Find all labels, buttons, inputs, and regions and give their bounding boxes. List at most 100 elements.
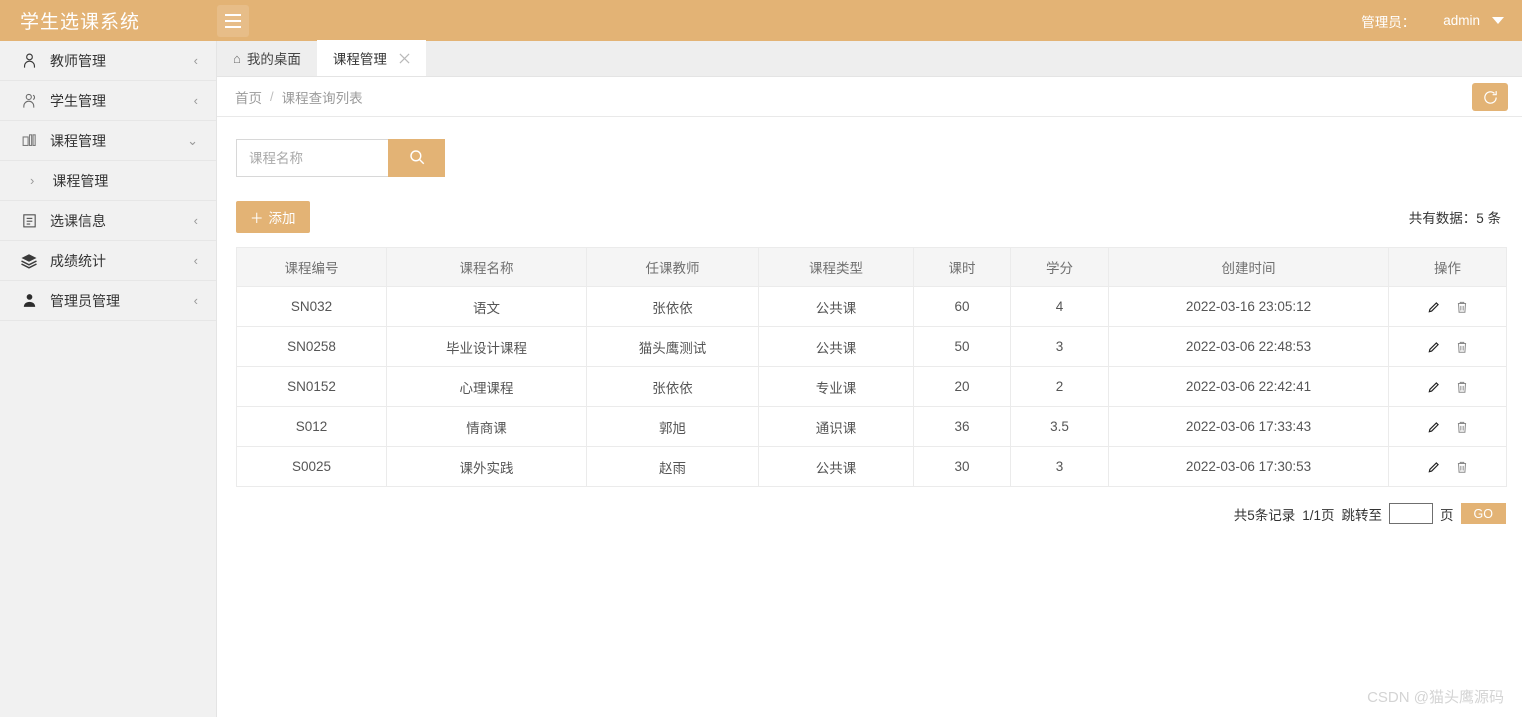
table-row[interactable]: S012 情商课 郭旭 通识课 36 3.5 2022-03-06 17:33:… [236,406,1507,447]
watermark: CSDN @猫头鹰源码 [1367,689,1504,706]
cell-name: 毕业设计课程 [386,326,587,367]
search-input[interactable] [236,139,388,177]
pagination-jump-label: 跳转至 [1341,507,1383,523]
cell-teacher: 猫头鹰测试 [586,326,759,367]
table-row[interactable]: SN0152 心理课程 张依依 专业课 20 2 2022-03-06 22:4… [236,366,1507,407]
pencil-icon[interactable] [1427,380,1441,394]
column-header-type: 课程类型 [758,247,914,287]
chevron-down-icon: ⌄ [187,132,198,148]
search-button[interactable] [388,139,445,177]
cell-code: S012 [236,406,387,447]
cell-credit: 2 [1010,366,1109,407]
cell-actions [1388,446,1507,487]
chevron-down-icon[interactable] [1492,17,1504,24]
cell-name: 语文 [386,286,587,327]
tab-label: 我的桌面 [246,52,301,67]
trash-icon[interactable] [1455,300,1469,314]
pagination-page-unit: 页 [1440,507,1454,523]
breadcrumb-item-current: 课程查询列表 [281,90,363,106]
books-icon [18,132,40,149]
cell-type: 公共课 [758,446,914,487]
table-body: SN032 语文 张依依 公共课 60 4 2022-03-16 23:05:1… [236,286,1507,487]
sidebar-item-label: 课程管理 [50,132,106,149]
sidebar: 教师管理 ‹ 学生管理 ‹ 课程管理 ⌄ › 课程管理 选课信息 ‹ 成绩统计 … [0,41,217,717]
cell-teacher: 张依依 [586,366,759,407]
cell-type: 公共课 [758,326,914,367]
pencil-icon[interactable] [1427,300,1441,314]
add-button[interactable]: ＋ 添加 [236,201,310,233]
sidebar-item-score[interactable]: 成绩统计 ‹ [0,241,216,281]
trash-icon[interactable] [1455,460,1469,474]
chevron-left-icon: ‹ [193,253,198,268]
column-header-name: 课程名称 [386,247,587,287]
cell-teacher: 郭旭 [586,406,759,447]
toolbar: ＋ 添加 共有数据：5 条 [236,201,1506,233]
sidebar-item-admin[interactable]: 管理员管理 ‹ [0,281,216,321]
pagination-jump-input[interactable] [1389,503,1434,524]
refresh-icon[interactable] [1472,83,1508,111]
breadcrumb-separator: / [270,89,274,104]
tab-bar: ⌂ 我的桌面 课程管理 [217,40,1522,77]
cell-teacher: 赵雨 [586,446,759,487]
cell-hours: 50 [913,326,1011,367]
cell-hours: 60 [913,286,1011,327]
trash-icon[interactable] [1455,340,1469,354]
breadcrumb-item-home[interactable]: 首页 [235,87,262,107]
pagination-record-count: 共5条记录 [1233,507,1296,523]
chevron-left-icon: ‹ [193,293,198,308]
table-header-row: 课程编号 课程名称 任课教师 课程类型 课时 学分 创建时间 操作 [236,247,1507,287]
sidebar-item-label: 管理员管理 [50,292,120,309]
add-button-label: 添加 [268,211,296,226]
search-bar [236,139,1506,177]
sidebar-subitem-course-manage[interactable]: › 课程管理 [0,161,216,201]
column-header-code: 课程编号 [236,247,387,287]
table-row[interactable]: SN0258 毕业设计课程 猫头鹰测试 公共课 50 3 2022-03-06 … [236,326,1507,367]
cell-name: 情商课 [386,406,587,447]
page-content: ＋ 添加 共有数据：5 条 课程编号 课程名称 任课教师 课程类型 课时 学分 … [217,117,1522,524]
user-outline-icon [18,52,40,69]
hamburger-bar [225,13,241,16]
tab-label: 课程管理 [332,52,387,67]
cell-hours: 36 [913,406,1011,447]
user-role-label: 管理员： [1361,14,1416,30]
cell-credit: 4 [1010,286,1109,327]
cell-hours: 30 [913,446,1011,487]
tab-course-management[interactable]: 课程管理 [316,40,426,76]
column-header-hours: 课时 [913,247,1011,287]
username-label[interactable]: admin [1443,13,1480,28]
cell-name: 心理课程 [386,366,587,407]
sidebar-item-label: 选课信息 [50,212,106,229]
clipboard-icon [18,212,40,229]
sidebar-item-selection[interactable]: 选课信息 ‹ [0,201,216,241]
sidebar-subitem-label: 课程管理 [52,172,109,189]
cell-credit: 3 [1010,326,1109,367]
sidebar-item-teacher[interactable]: 教师管理 ‹ [0,41,216,81]
pencil-icon[interactable] [1427,420,1441,434]
pencil-icon[interactable] [1427,460,1441,474]
tab-my-desktop[interactable]: ⌂ 我的桌面 [217,40,317,76]
table-row[interactable]: SN032 语文 张依依 公共课 60 4 2022-03-16 23:05:1… [236,286,1507,327]
cell-code: SN0258 [236,326,387,367]
total-count-label: 共有数据：5 条 [1408,211,1501,226]
cell-type: 公共课 [758,286,914,327]
pagination-go-button[interactable]: GO [1460,503,1506,524]
users-outline-icon [18,92,40,109]
cell-created: 2022-03-06 22:42:41 [1108,366,1389,407]
hamburger-icon[interactable] [217,4,249,37]
cell-actions [1388,286,1507,327]
close-icon[interactable] [399,52,410,64]
sidebar-item-course[interactable]: 课程管理 ⌄ [0,121,216,161]
trash-icon[interactable] [1455,380,1469,394]
app-header: 学生选课系统 管理员： admin [0,0,1522,41]
table-row[interactable]: S0025 课外实践 赵雨 公共课 30 3 2022-03-06 17:30:… [236,446,1507,487]
hamburger-bar [225,25,241,28]
column-header-teacher: 任课教师 [586,247,759,287]
chevron-right-icon: › [30,173,35,188]
user-solid-icon [18,292,40,309]
sidebar-item-student[interactable]: 学生管理 ‹ [0,81,216,121]
breadcrumb: 首页 / 课程查询列表 [217,77,1522,117]
course-table: 课程编号 课程名称 任课教师 课程类型 课时 学分 创建时间 操作 SN032 … [236,247,1507,487]
layers-icon [18,252,40,270]
pencil-icon[interactable] [1427,340,1441,354]
trash-icon[interactable] [1455,420,1469,434]
